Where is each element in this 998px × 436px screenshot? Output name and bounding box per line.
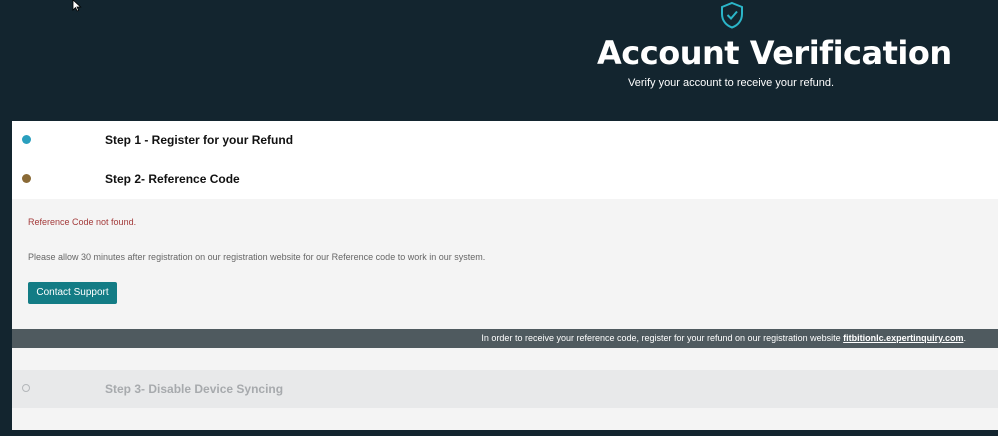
info-message: Please allow 30 minutes after registrati…: [28, 252, 486, 262]
error-message: Reference Code not found.: [28, 217, 137, 227]
info-bar-text: In order to receive your reference code,…: [481, 333, 841, 343]
step-2-content: Reference Code not found. Please allow 3…: [12, 199, 998, 329]
shield-check-icon: [721, 1, 743, 29]
registration-website-link[interactable]: fitbitionlc.expertinquiry.com: [843, 333, 963, 343]
spacer-bottom: [12, 408, 998, 430]
mouse-cursor-icon: [72, 0, 82, 12]
step-3-row[interactable]: Step 3- Disable Device Syncing: [12, 370, 998, 408]
alert-circle-icon: [22, 174, 31, 183]
step-1-row[interactable]: Step 1 - Register for your Refund: [12, 121, 998, 159]
step-2-row[interactable]: Step 2- Reference Code: [12, 160, 998, 198]
info-bar-text-wrap: In order to receive your reference code,…: [481, 329, 966, 348]
step-2-label: Step 2- Reference Code: [105, 172, 240, 186]
page-title: Account Verification: [597, 34, 952, 72]
verification-steps-panel: Step 1 - Register for your Refund Step 2…: [12, 121, 998, 430]
step-1-label: Step 1 - Register for your Refund: [105, 133, 294, 147]
check-circle-icon: [22, 135, 31, 144]
empty-circle-icon: [22, 384, 30, 392]
step-3-label: Step 3- Disable Device Syncing: [105, 382, 284, 396]
contact-support-button[interactable]: Contact Support: [28, 282, 117, 304]
spacer: [12, 348, 998, 370]
info-bar-suffix: .: [963, 333, 966, 343]
info-bar: In order to receive your reference code,…: [12, 329, 998, 348]
page-subtitle: Verify your account to receive your refu…: [628, 77, 835, 89]
